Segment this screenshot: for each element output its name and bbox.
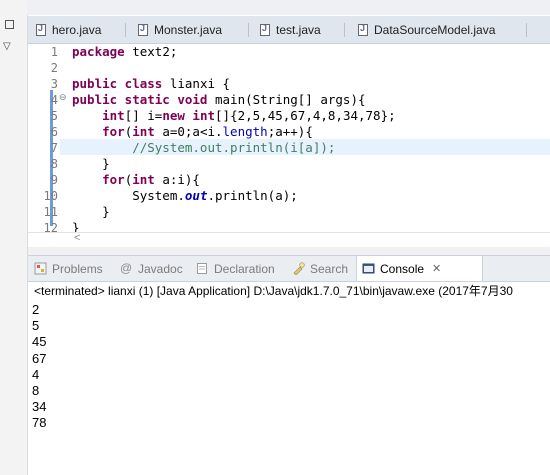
code-line-7: //System.out.println(i[a]); [72, 140, 336, 155]
line-number: 9 [50, 173, 58, 187]
tab-label: Problems [52, 261, 103, 276]
console-output[interactable]: 2 5 45 67 4 8 34 78 [32, 302, 532, 432]
problems-icon [34, 262, 47, 275]
horizontal-scrollbar[interactable]: < [28, 232, 550, 247]
console-line: 4 [32, 366, 40, 382]
line-number: 8 [50, 157, 58, 171]
code-line-5: int[] i=new int[]{2,5,45,67,4,8,34,78}; [102, 108, 396, 123]
console-icon [362, 263, 375, 274]
fold-collapse-icon[interactable]: ⊖ [59, 92, 67, 103]
java-file-icon [358, 23, 368, 36]
console-line: 34 [32, 399, 47, 415]
tab-label: Search [310, 261, 349, 276]
console-line: 8 [32, 383, 40, 399]
code-line-6: for(int a=0;a<i.length;a++){ [102, 124, 313, 139]
code-line-10: System.out.println(a); [72, 188, 298, 203]
left-side-panel: ▽ [0, 0, 28, 475]
code-line-3: public class lianxi { [72, 76, 231, 91]
view-menu-chevron-icon[interactable]: ▽ [3, 42, 11, 52]
editor-tab-bar: hero.java Monster.java test.java DataSou… [28, 16, 550, 44]
java-file-icon [138, 23, 148, 36]
tab-javadoc[interactable]: @ Javadoc [120, 260, 183, 277]
code-editor[interactable]: ⊖ 1 2 3 4 5 6 7 8 9 10 11 12 package tex… [28, 44, 550, 232]
line-number: 2 [50, 61, 58, 75]
tab-problems[interactable]: Problems [34, 260, 103, 277]
console-line: 2 [32, 302, 40, 317]
scroll-left-icon[interactable]: < [74, 232, 80, 244]
console-line: 78 [32, 415, 47, 431]
code-line-4: public static void main(String[] args){ [72, 92, 366, 107]
view-tab-bar: Problems @ Javadoc Declaration Search Co… [28, 255, 550, 282]
console-line: 45 [32, 334, 47, 350]
line-number: 7 [50, 141, 58, 155]
toolbar-strip [27, 0, 550, 15]
line-number: 12 [43, 221, 58, 232]
tab-search[interactable]: Search [292, 260, 348, 277]
line-number: 11 [43, 205, 58, 219]
java-file-icon [36, 23, 46, 36]
line-number: 6 [50, 125, 58, 139]
code-line-12: } [72, 220, 80, 232]
console-process-label: <terminated> lianxi (1) [Java Applicatio… [34, 284, 513, 298]
code-line-9: for(int a:i){ [102, 172, 200, 187]
tab-datasourcemodel-java[interactable]: DataSourceModel.java [358, 20, 495, 40]
close-icon[interactable]: ✕ [432, 262, 441, 275]
java-file-icon [260, 23, 270, 36]
tab-test-java[interactable]: test.java [260, 20, 321, 40]
code-line-8: } [72, 156, 110, 171]
tab-hero-java[interactable]: hero.java [36, 20, 101, 40]
tab-monster-java[interactable]: Monster.java [138, 20, 222, 40]
at-icon: @ [120, 261, 133, 275]
tab-console[interactable]: Console ✕ [362, 260, 441, 277]
code-line-11: } [72, 204, 110, 219]
tab-label: Declaration [214, 261, 275, 276]
tab-declaration[interactable]: Declaration [196, 260, 275, 277]
tab-label: Monster.java [154, 23, 223, 37]
flashlight-icon [293, 262, 305, 275]
tab-label: DataSourceModel.java [374, 23, 496, 37]
tab-label: Console [380, 261, 425, 276]
sash[interactable] [28, 247, 550, 255]
line-number: 10 [43, 189, 58, 203]
console-line: 67 [32, 350, 47, 366]
declaration-icon [197, 263, 207, 274]
tab-label: Javadoc [138, 261, 183, 276]
console-line: 5 [32, 318, 40, 334]
tab-label: test.java [276, 23, 321, 37]
line-number: 4 [50, 93, 58, 107]
line-number: 3 [50, 77, 58, 91]
code-line-1: package text2; [72, 44, 178, 59]
line-number: 5 [50, 109, 58, 123]
line-number: 1 [50, 45, 58, 59]
minimize-icon[interactable] [5, 20, 14, 29]
tab-label: hero.java [52, 23, 102, 37]
